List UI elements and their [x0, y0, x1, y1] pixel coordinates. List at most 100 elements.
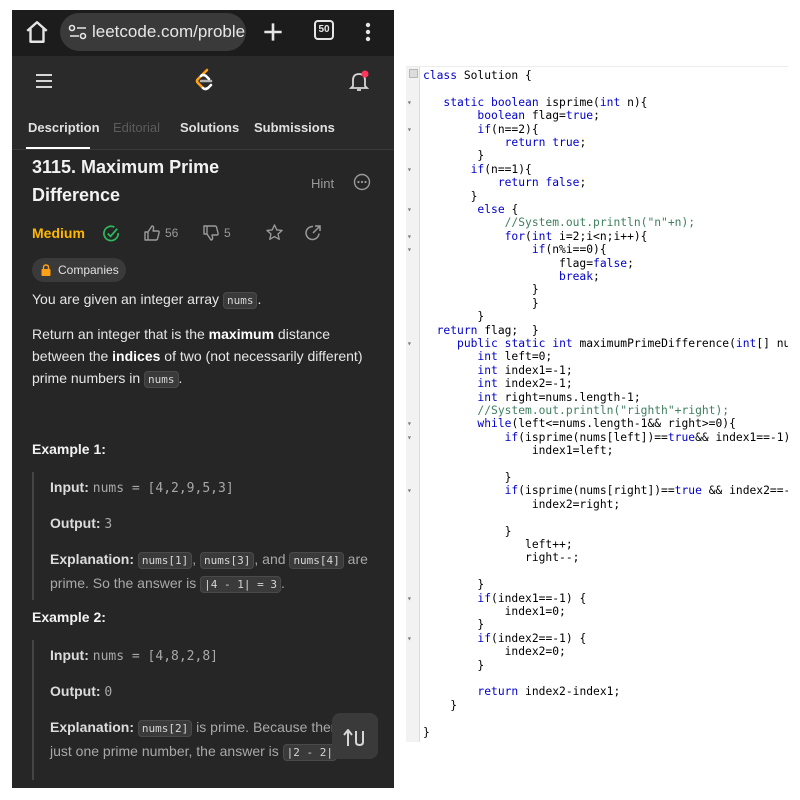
code-line[interactable]: } [423, 297, 539, 310]
tab-switcher-button[interactable]: 50 [314, 20, 334, 40]
problem-statement: You are given an integer array nums. [32, 291, 262, 309]
code-line[interactable]: int right=nums.length-1; [423, 391, 640, 404]
code-line[interactable]: index2=right; [423, 498, 620, 511]
code-line[interactable]: static boolean isprime(int n){ [423, 96, 647, 109]
code-line[interactable]: int left=0; [423, 350, 552, 363]
code-line[interactable]: return index2-index1; [423, 685, 620, 698]
fold-marker-icon[interactable]: ▾ [407, 484, 419, 497]
new-tab-icon[interactable] [260, 19, 286, 45]
code-line[interactable]: } [423, 578, 484, 591]
code-line[interactable]: if(n%i==0){ [423, 243, 607, 256]
inline-code: nums [222, 292, 258, 309]
more-options-icon[interactable] [353, 173, 371, 191]
code-line[interactable]: if(index1==-1) { [423, 592, 586, 605]
code-line[interactable]: } [423, 149, 484, 162]
site-settings-icon[interactable] [68, 23, 88, 41]
star-icon[interactable] [265, 223, 284, 242]
thumbs-up-icon[interactable] [143, 224, 161, 242]
solved-check-icon [103, 225, 120, 242]
home-icon[interactable] [24, 19, 50, 45]
browser-toolbar: leetcode.com/proble 50 [12, 10, 394, 56]
like-count: 56 [165, 226, 179, 240]
thumbs-down-icon[interactable] [202, 224, 220, 242]
code-line[interactable]: break; [423, 270, 600, 283]
code-line[interactable]: //System.out.println("righth"+right); [423, 404, 729, 417]
reset-code-button[interactable] [332, 713, 378, 759]
code-line[interactable]: class Solution { [423, 69, 532, 82]
code-line[interactable]: index1=0; [423, 605, 566, 618]
example-1-input: Input: nums = [4,2,9,5,3] [50, 479, 234, 496]
fold-marker-icon[interactable]: ▾ [407, 243, 419, 256]
problem-task: Return an integer that is the maximum di… [32, 326, 363, 388]
code-line[interactable]: } [423, 190, 478, 203]
example-2-explanation: Explanation: nums[2] is prime. Because t… [50, 719, 358, 761]
example-2-input: Input: nums = [4,8,2,8] [50, 647, 218, 664]
lock-icon [41, 264, 51, 276]
code-line[interactable]: right--; [423, 551, 579, 564]
code-line[interactable]: //System.out.println("n"+n); [423, 216, 695, 229]
code-line[interactable]: } [423, 471, 512, 484]
example-1-title: Example 1: [32, 441, 106, 457]
tab-submissions[interactable]: Submissions [254, 120, 335, 135]
fold-marker-icon[interactable]: ▾ [407, 431, 419, 444]
problem-meta-row: Medium 56 5 [32, 222, 372, 246]
fold-marker-icon[interactable]: ▾ [407, 123, 419, 136]
code-line[interactable]: int index2=-1; [423, 377, 572, 390]
fold-marker-icon[interactable]: ▾ [407, 337, 419, 350]
tab-solutions[interactable]: Solutions [180, 120, 239, 135]
code-line[interactable]: else { [423, 203, 518, 216]
code-line[interactable]: boolean flag=true; [423, 109, 599, 122]
code-line[interactable]: return true; [423, 136, 587, 149]
code-line[interactable]: } [423, 525, 512, 538]
tab-editorial[interactable]: Editorial [113, 120, 160, 135]
code-line[interactable]: } [423, 618, 484, 631]
share-icon[interactable] [304, 224, 322, 242]
code-editor[interactable]: ▾ ▾ ▾ ▾ ▾ ▾ ▾ ▾ ▾ ▾ ▾ ▾ class Solution {… [406, 66, 788, 742]
fold-toggle-icon[interactable] [409, 69, 418, 78]
code-line[interactable]: } [423, 699, 457, 712]
code-line[interactable]: } [423, 659, 484, 672]
address-bar[interactable]: leetcode.com/proble [60, 13, 246, 51]
example-1-explanation: Explanation: nums[1], nums[3], and nums[… [50, 551, 368, 593]
code-line[interactable]: while(left<=nums.length-1&& right>=0){ [423, 417, 735, 430]
code-line[interactable]: if(n==2){ [423, 123, 538, 136]
fold-marker-icon[interactable]: ▾ [407, 163, 419, 176]
leetcode-logo-icon[interactable] [193, 68, 215, 92]
code-line[interactable]: for(int i=2;i<n;i++){ [423, 230, 648, 243]
fold-marker-icon[interactable]: ▾ [407, 632, 419, 645]
code-line[interactable]: public static int maximumPrimeDifference… [423, 337, 788, 350]
url-text[interactable]: leetcode.com/proble [92, 22, 245, 42]
undo-arrow-icon [343, 729, 364, 747]
code-line[interactable]: if(index2==-1) { [423, 632, 586, 645]
fold-marker-icon[interactable]: ▾ [407, 96, 419, 109]
code-line[interactable]: index2=0; [423, 645, 566, 658]
difficulty-badge: Medium [32, 225, 85, 241]
code-line[interactable]: } [423, 726, 430, 739]
active-tab-indicator [26, 147, 90, 149]
code-line[interactable]: if(n==1){ [423, 163, 532, 176]
code-line[interactable]: int index1=-1; [423, 364, 572, 377]
code-line[interactable]: if(isprime(nums[left])==true&& index1==-… [423, 431, 788, 444]
companies-tag[interactable]: Companies [32, 258, 126, 282]
hint-button[interactable]: Hint [311, 176, 334, 191]
hamburger-menu-icon[interactable] [34, 72, 54, 90]
fold-marker-icon[interactable]: ▾ [407, 417, 419, 430]
leetcode-header [12, 56, 394, 106]
line-gutter: ▾ ▾ ▾ ▾ ▾ ▾ ▾ ▾ ▾ ▾ ▾ ▾ [406, 67, 420, 742]
fold-marker-icon[interactable]: ▾ [407, 230, 419, 243]
code-line[interactable]: } [423, 310, 484, 323]
fold-marker-icon[interactable]: ▾ [407, 203, 419, 216]
notification-bell-icon[interactable] [348, 69, 370, 93]
code-line[interactable]: return flag; } [423, 324, 539, 337]
fold-marker-icon[interactable]: ▾ [407, 592, 419, 605]
problem-title: 3115. Maximum Prime Difference [32, 157, 220, 205]
code-line[interactable]: index1=left; [423, 444, 614, 457]
code-line[interactable]: } [423, 283, 539, 296]
code-line[interactable]: return false; [423, 176, 586, 189]
tab-description[interactable]: Description [28, 120, 100, 135]
example-2-output: Output: 0 [50, 683, 113, 700]
code-line[interactable]: left++; [423, 538, 573, 551]
code-line[interactable]: flag=false; [423, 257, 634, 270]
code-line[interactable]: if(isprime(nums[right])==true && index2=… [423, 484, 788, 497]
more-vert-icon[interactable] [360, 19, 376, 45]
